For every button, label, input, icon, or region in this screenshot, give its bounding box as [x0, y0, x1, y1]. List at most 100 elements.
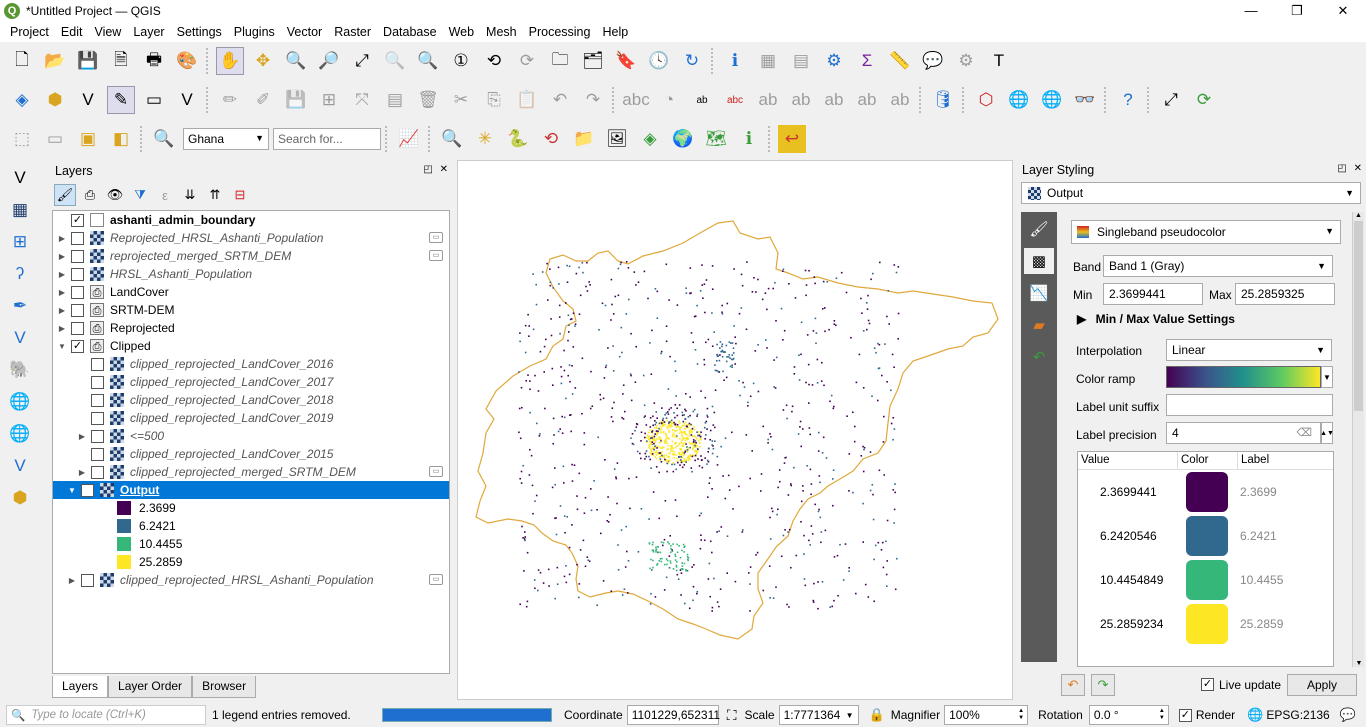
layer-checkbox[interactable]: [81, 573, 94, 587]
expand-arrow-icon[interactable]: ▶: [77, 432, 87, 441]
pyramids-tab-icon[interactable]: ▰: [1024, 312, 1054, 338]
open-field-calculator-icon[interactable]: ▤: [787, 47, 815, 75]
precision-stepper[interactable]: ▲▼: [1320, 422, 1334, 444]
layer-checkbox[interactable]: ✓: [81, 483, 94, 497]
expand-arrow-icon[interactable]: ▶: [57, 324, 67, 333]
scale-select[interactable]: 1:7771364 ▼: [778, 705, 859, 725]
interpolation-select[interactable]: Linear ▼: [1166, 339, 1332, 361]
select-by-value-icon[interactable]: ▭: [41, 125, 69, 153]
undo-style-button[interactable]: ↶: [1061, 674, 1085, 696]
menu-settings[interactable]: Settings: [171, 25, 228, 39]
add-wms-icon[interactable]: 🌐: [1005, 86, 1033, 114]
quickmapservices-icon[interactable]: ⟳: [1190, 86, 1218, 114]
show-hide-labels-icon[interactable]: ab: [787, 86, 815, 114]
menu-view[interactable]: View: [88, 25, 127, 39]
layer-row[interactable]: ▶ <=500: [53, 427, 449, 445]
crs-icon[interactable]: 🌐: [1247, 707, 1263, 723]
new-bookmark-icon[interactable]: 🗀: [546, 47, 574, 75]
move-label-icon[interactable]: ab: [820, 86, 848, 114]
panel-float-close-buttons[interactable]: ◰ ✕: [423, 164, 450, 175]
color-class-row[interactable]: 25.2859234 25.2859: [1078, 602, 1333, 646]
crs-value[interactable]: EPSG:2136: [1266, 708, 1329, 722]
maximize-button[interactable]: ❐: [1274, 0, 1320, 22]
unit-suffix-input[interactable]: [1166, 394, 1333, 416]
folder-plugin-icon[interactable]: 📁: [570, 125, 598, 153]
scroll-down-arrow[interactable]: ▼: [1353, 660, 1365, 667]
diagram-icon[interactable]: ◔: [655, 86, 683, 114]
layer-row[interactable]: ▶ ⎙ LandCover: [53, 283, 449, 301]
globe-plugin-icon[interactable]: 🌍: [669, 125, 697, 153]
menu-layer[interactable]: Layer: [127, 25, 170, 39]
layer-checkbox[interactable]: ✓: [71, 339, 84, 353]
add-mesh-layer-icon[interactable]: ⊞: [6, 228, 34, 256]
info-plugin-icon[interactable]: ℹ: [735, 125, 763, 153]
expand-all-icon[interactable]: ⇊: [179, 184, 201, 206]
text-annotation-icon[interactable]: T: [985, 47, 1013, 75]
coordinate-capture-icon[interactable]: ✳: [471, 125, 499, 153]
band-select[interactable]: Band 1 (Gray) ▼: [1103, 255, 1333, 277]
column-header-label[interactable]: Label: [1238, 452, 1333, 469]
minimize-button[interactable]: —: [1228, 0, 1274, 22]
data-source-manager-icon[interactable]: ◈: [8, 86, 36, 114]
filter-by-expression-icon[interactable]: ε: [154, 184, 176, 206]
map-tips-icon[interactable]: 💬: [919, 47, 947, 75]
geocoder-country-select[interactable]: Ghana ▼: [183, 128, 269, 150]
metasearch-icon[interactable]: 👓: [1071, 86, 1099, 114]
collapse-all-icon[interactable]: ⇈: [204, 184, 226, 206]
class-color-swatch[interactable]: [1186, 472, 1228, 512]
min-input[interactable]: 2.3699441: [1103, 283, 1203, 305]
expand-arrow-icon[interactable]: ▶: [77, 468, 87, 477]
menu-web[interactable]: Web: [443, 25, 480, 39]
menu-project[interactable]: Project: [4, 25, 55, 39]
open-styling-panel-icon[interactable]: 🖌: [54, 184, 76, 206]
layer-checkbox[interactable]: [71, 249, 84, 263]
scroll-up-arrow[interactable]: ▲: [1353, 212, 1364, 219]
layer-checkbox[interactable]: [71, 303, 84, 317]
profile-tool-icon[interactable]: 📈: [395, 125, 423, 153]
scroll-thumb[interactable]: [1354, 221, 1363, 411]
class-value[interactable]: 2.3699441: [1078, 485, 1186, 499]
layer-row[interactable]: ▶ HRSL_Ashanti_Population: [53, 265, 449, 283]
class-color-swatch[interactable]: [1186, 560, 1228, 600]
edit-pencil-icon[interactable]: ✐: [249, 86, 277, 114]
label-precision-spinbox[interactable]: 4 ⌫: [1166, 422, 1321, 444]
transparency-tab-icon[interactable]: ▩: [1024, 248, 1054, 274]
redo-style-button[interactable]: ↷: [1091, 674, 1115, 696]
new-project-icon[interactable]: 🗋: [8, 47, 36, 75]
layer-row[interactable]: ▶ ⎙ SRTM-DEM: [53, 301, 449, 319]
current-edits-icon[interactable]: ✎: [107, 86, 135, 114]
class-label[interactable]: 2.3699: [1240, 485, 1277, 499]
locator-icon[interactable]: 🔍: [438, 125, 466, 153]
color-ramp-dropdown[interactable]: ▼: [1321, 366, 1333, 388]
expand-arrow-icon[interactable]: ▶: [57, 234, 67, 243]
expand-arrow-icon[interactable]: ▼: [67, 486, 77, 495]
class-value[interactable]: 10.4454849: [1078, 573, 1186, 587]
add-gps-layer-icon[interactable]: ✒: [6, 292, 34, 320]
layer-checkbox[interactable]: ✓: [71, 213, 84, 227]
expand-arrow-icon[interactable]: ▶: [57, 306, 67, 315]
undo-icon[interactable]: ↶: [546, 86, 574, 114]
add-wfs-icon[interactable]: 🌐: [1038, 86, 1066, 114]
add-wms-layer-icon[interactable]: 🌐: [6, 388, 34, 416]
layer-row[interactable]: ▶ Reprojected_HRSL_Ashanti_Population ▭: [53, 229, 449, 247]
copy-features-icon[interactable]: ⎘: [480, 86, 508, 114]
geocoder-search-icon[interactable]: 🔍: [150, 125, 178, 153]
panel-float-close-buttons[interactable]: ◰ ✕: [1337, 163, 1364, 174]
rotate-label-icon[interactable]: ab: [853, 86, 881, 114]
cut-features-icon[interactable]: ✂: [447, 86, 475, 114]
add-vector-layer-icon[interactable]: V: [6, 164, 34, 192]
vertex-tool-icon[interactable]: V: [173, 86, 201, 114]
embedded-indicator-icon[interactable]: ▭: [429, 574, 443, 585]
zoom-next-icon[interactable]: ⟳: [513, 47, 541, 75]
toggle-editing-icon[interactable]: ▭: [140, 86, 168, 114]
open-project-icon[interactable]: 📂: [41, 47, 69, 75]
menu-edit[interactable]: Edit: [55, 25, 89, 39]
symbology-tab-icon[interactable]: 🖌: [1024, 216, 1054, 242]
expand-arrow-icon[interactable]: ▶: [57, 288, 67, 297]
save-project-icon[interactable]: 💾: [74, 47, 102, 75]
layer-row[interactable]: clipped_reprojected_LandCover_2016: [53, 355, 449, 373]
color-class-row[interactable]: 2.3699441 2.3699: [1078, 470, 1333, 514]
lock-scale-icon[interactable]: 🔒: [869, 707, 885, 723]
layer-row[interactable]: clipped_reprojected_LandCover_2017: [53, 373, 449, 391]
embedded-indicator-icon[interactable]: ▭: [429, 232, 443, 243]
